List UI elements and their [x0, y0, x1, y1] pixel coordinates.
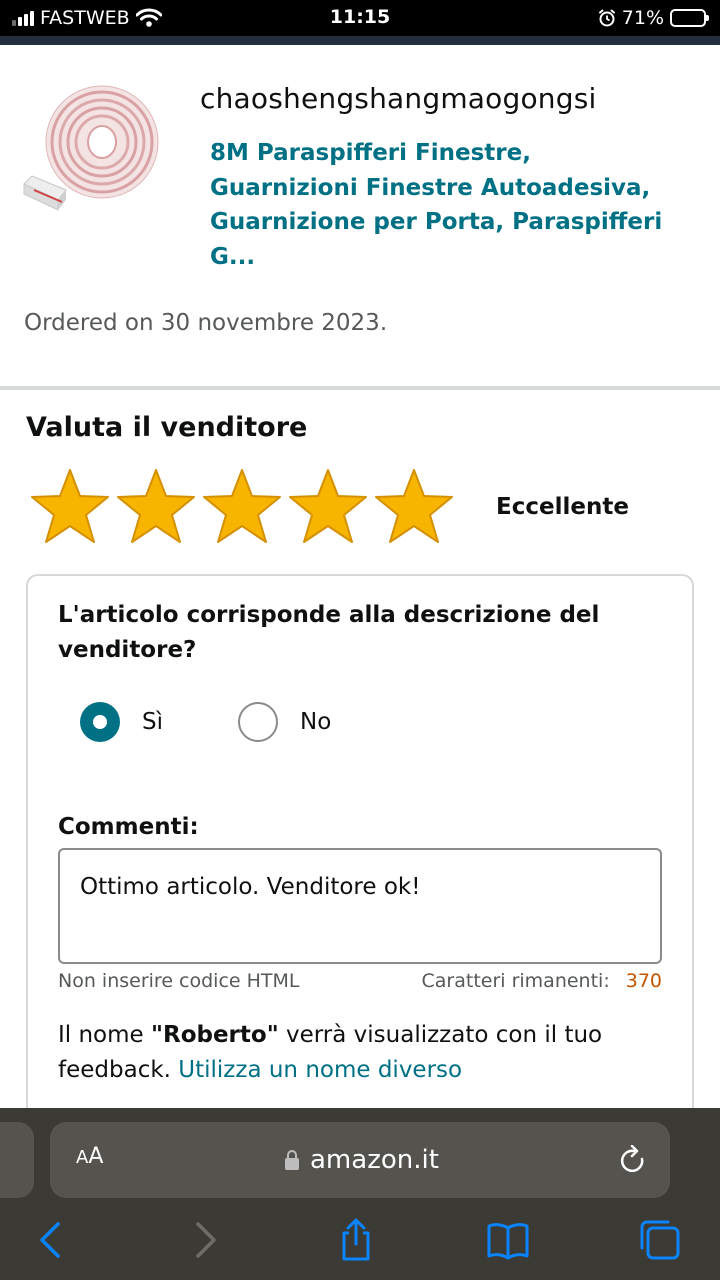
display-name: "Roberto"	[151, 1022, 279, 1048]
bookmarks-icon[interactable]	[486, 1218, 530, 1262]
radio-no-label[interactable]: No	[300, 709, 331, 735]
rating-label: Eccellente	[496, 494, 629, 520]
radio-option-yes[interactable]: Sì	[80, 702, 163, 742]
header-strip	[0, 36, 720, 45]
star-rating[interactable]	[30, 466, 454, 546]
description-question: L'articolo corrisponde alla descrizione …	[58, 602, 600, 663]
tabs-icon[interactable]	[638, 1218, 682, 1262]
comments-label: Commenti:	[58, 814, 199, 840]
forward-icon[interactable]	[184, 1218, 228, 1262]
rate-seller-heading: Valuta il venditore	[26, 412, 308, 443]
name-note-prefix: Il nome	[58, 1022, 151, 1048]
url-display[interactable]: amazon.it	[284, 1142, 439, 1178]
product-title-link[interactable]: 8M Paraspifferi Finestre, Guarnizioni Fi…	[210, 136, 680, 274]
alarm-icon	[598, 9, 615, 27]
remaining-count: 370	[625, 970, 662, 992]
reader-settings-button[interactable]: AA	[76, 1144, 103, 1169]
section-divider	[0, 386, 720, 390]
remaining-label: Caratteri rimanenti:	[421, 970, 610, 992]
star-icon-5[interactable]	[374, 466, 454, 546]
radio-yes-label[interactable]: Sì	[142, 709, 163, 735]
radio-no[interactable]	[238, 702, 278, 742]
star-icon-4[interactable]	[288, 466, 368, 546]
battery-icon	[670, 9, 709, 27]
reload-icon[interactable]	[618, 1145, 648, 1177]
lock-icon	[285, 1150, 299, 1170]
star-icon-1[interactable]	[30, 466, 110, 546]
star-icon-3[interactable]	[202, 466, 282, 546]
star-icon-2[interactable]	[116, 466, 196, 546]
product-image[interactable]	[22, 80, 162, 220]
remaining-characters: Caratteri rimanenti: 370	[422, 970, 663, 992]
previous-tab-peek[interactable]	[0, 1122, 34, 1198]
order-date: Ordered on 30 novembre 2023.	[24, 310, 388, 336]
html-hint: Non inserire codice HTML	[58, 970, 300, 992]
radio-yes[interactable]	[80, 702, 120, 742]
radio-option-no[interactable]: No	[238, 702, 331, 742]
back-icon[interactable]	[28, 1218, 72, 1262]
status-bar: FASTWEB 11:15 71%	[0, 0, 720, 36]
url-text[interactable]: amazon.it	[310, 1145, 439, 1175]
status-right: 71%	[598, 6, 709, 30]
battery-percent: 71%	[621, 7, 664, 29]
use-different-name-link[interactable]: Utilizza un nome diverso	[178, 1057, 462, 1083]
display-name-note: Il nome "Roberto" verrà visualizzato con…	[58, 1018, 668, 1088]
seller-name: chaoshengshangmaogongsi	[200, 82, 597, 115]
comments-textarea[interactable]	[58, 848, 662, 964]
share-icon[interactable]	[334, 1218, 378, 1262]
